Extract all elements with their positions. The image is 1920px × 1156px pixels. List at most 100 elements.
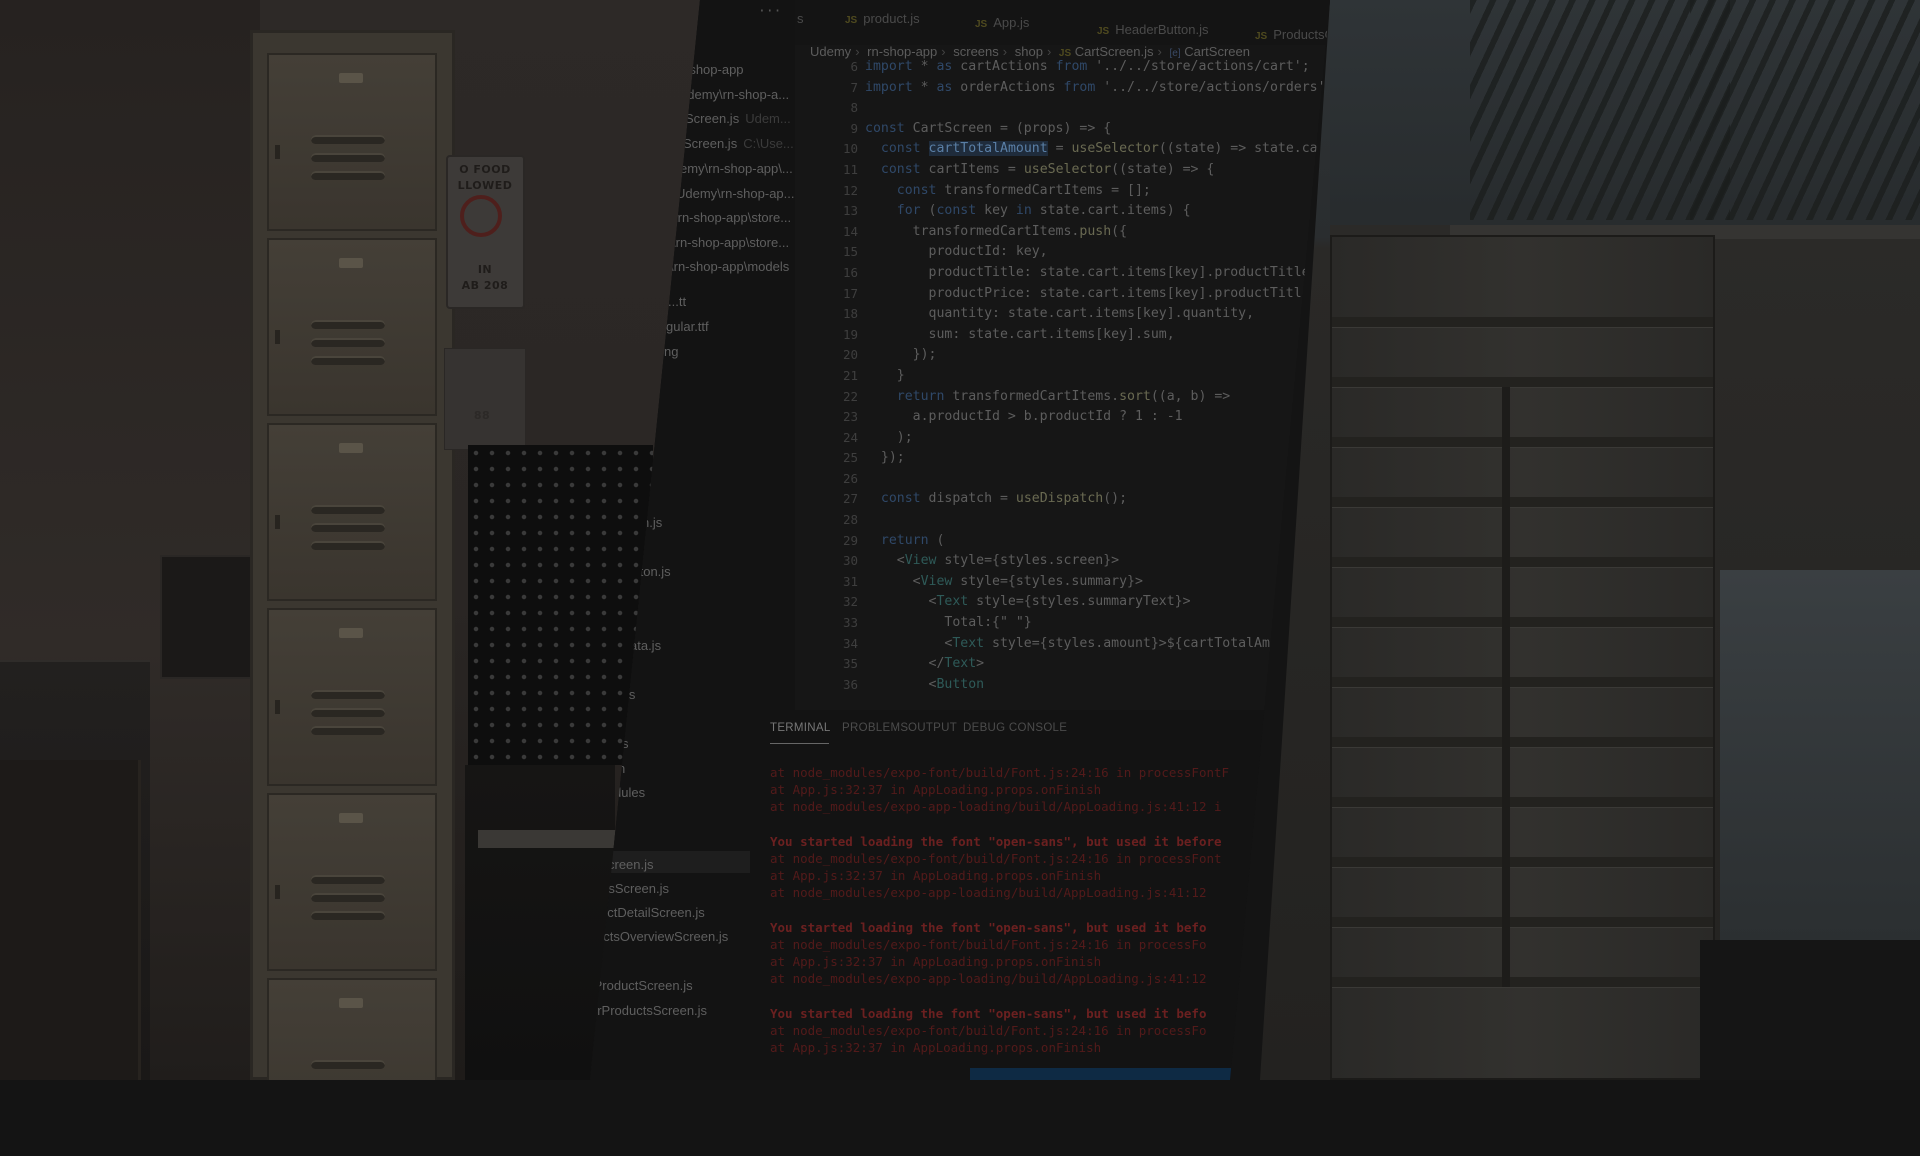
- gate-slat: [1332, 737, 1713, 748]
- vent: [311, 726, 385, 735]
- explorer-item[interactable]: gular.ttf: [666, 319, 709, 334]
- vent: [311, 875, 385, 884]
- explorer-item-label: ...tt: [668, 294, 687, 309]
- tab-label: product.js: [863, 11, 920, 26]
- line-number: 7: [850, 79, 858, 95]
- line-number: 8: [850, 100, 858, 116]
- terminal-output[interactable]: at node_modules/expo-font/build/Font.js:…: [770, 764, 1330, 1056]
- gate-slat: [1332, 677, 1713, 688]
- terminal-line: at node_modules/expo-app-loading/build/A…: [770, 799, 1222, 815]
- gate-slat: [1332, 497, 1713, 508]
- line-number: 34: [842, 635, 858, 651]
- cabinet-handle: [478, 830, 618, 848]
- tab-partial[interactable]: s: [797, 11, 804, 26]
- terminal-line: at node_modules/expo-font/build/Font.js:…: [770, 765, 1230, 780]
- line-number-gutter: 6 7 8 9 10 11 12 13 14 15 16 17 18 19 20 21 22 23 24 25 26 27…: [818, 57, 858, 695]
- explorer-item[interactable]: Screen.js C:\Use...: [683, 136, 794, 151]
- tab-output[interactable]: OUTPUT: [908, 722, 957, 734]
- tab-products-c[interactable]: JS ProductsC: [1255, 27, 1330, 42]
- explorer-item[interactable]: erProductsScreen.js: [590, 1003, 707, 1018]
- tab-problems[interactable]: PROBLEMS: [842, 722, 908, 734]
- js-file-icon: JS: [1097, 26, 1110, 37]
- explorer-item[interactable]: ng: [664, 344, 678, 359]
- vent: [311, 911, 385, 920]
- explorer-item-label: rsScreen.js: [604, 881, 670, 896]
- locker-handle: [275, 145, 280, 159]
- line-number: 16: [842, 264, 858, 280]
- locker-tag: [339, 628, 363, 638]
- tab-header-button-js[interactable]: JS HeaderButton.js: [1097, 22, 1208, 37]
- shutter-gate: [1330, 235, 1715, 1080]
- gate-slat: [1332, 797, 1713, 808]
- line-number: 18: [842, 306, 858, 322]
- tab-label: App.js: [993, 15, 1030, 30]
- line-number: 6: [850, 59, 858, 74]
- explorer-item[interactable]: creen.js: [608, 857, 654, 872]
- line-number: 22: [842, 388, 858, 404]
- code-line: Total:{" "}: [865, 615, 1032, 631]
- code-line: <View style={styles.summary}>: [865, 573, 1143, 589]
- terminal-error-line: You started loading the font "open-sans"…: [770, 919, 1207, 935]
- line-number: 12: [842, 182, 858, 198]
- code-area[interactable]: import * as cartActions from '../../stor…: [865, 57, 1334, 695]
- explorer-item-label: Screen.js: [685, 111, 740, 126]
- line-number: 31: [842, 573, 858, 589]
- explorer-item[interactable]: emy\rn-shop-app\...: [680, 161, 793, 176]
- locker-handle: [275, 330, 280, 344]
- gate-slat: [1332, 437, 1713, 448]
- explorer-item[interactable]: Udemy\rn-shop-ap...: [676, 186, 795, 201]
- line-number: 33: [842, 615, 858, 631]
- desk-side: [0, 760, 141, 1080]
- tab-app-js[interactable]: JS App.js: [975, 15, 1029, 30]
- terminal-error-line: You started loading the font "open-sans"…: [770, 1005, 1207, 1021]
- explorer-item[interactable]: udemy\rn-shop-a...: [680, 87, 789, 102]
- pegboard: [468, 445, 653, 765]
- explorer-item-label: emy\rn-shop-app\...: [680, 161, 793, 176]
- prohibited-icon: [460, 195, 502, 237]
- explorer-item[interactable]: -shop-app: [685, 62, 744, 77]
- code-line: import * as orderActions from '../../sto…: [865, 79, 1334, 95]
- active-tab-indicator: [770, 743, 829, 744]
- gate-slat: [1332, 617, 1713, 628]
- vent: [311, 356, 385, 365]
- explorer-item[interactable]: uctsOverviewScreen.js: [596, 929, 728, 944]
- more-actions-icon[interactable]: ···: [758, 4, 781, 19]
- line-number: 9: [850, 120, 858, 136]
- locker-door: [267, 423, 437, 601]
- explorer-item[interactable]: \rn-shop-app\models: [670, 259, 789, 274]
- explorer-item[interactable]: \rn-shop-app\store...: [674, 210, 791, 225]
- terminal-error-line: You started loading the font "open-sans"…: [770, 833, 1222, 849]
- explorer-item[interactable]: ...tt: [668, 294, 686, 309]
- explorer-item-label: \rn-shop-app\store...: [672, 235, 790, 250]
- explorer-item-label: uctsOverviewScreen.js: [596, 929, 729, 944]
- terminal-line: at App.js:32:37 in AppLoading.props.onFi…: [770, 782, 1102, 798]
- locker-door: [267, 978, 437, 1080]
- vent: [311, 338, 385, 347]
- vent: [311, 690, 385, 699]
- tab-terminal[interactable]: TERMINAL: [770, 722, 831, 734]
- code-line: });: [865, 347, 937, 363]
- line-number: 24: [842, 429, 858, 445]
- tab-debug-console[interactable]: DEBUG CONSOLE: [963, 722, 1067, 734]
- explorer-item[interactable]: \rn-shop-app\store...: [672, 235, 789, 250]
- code-line: transformedCartItems.push({: [865, 223, 1128, 239]
- code-line: import * as cartActions from '../../stor…: [865, 59, 1310, 74]
- tab-product-js[interactable]: JS product.js: [845, 11, 920, 26]
- explorer-item[interactable]: tProductScreen.js: [590, 978, 693, 993]
- vent: [311, 541, 385, 550]
- line-number: 20: [842, 347, 858, 363]
- vent: [311, 171, 385, 180]
- locker-tag: [339, 813, 363, 823]
- explorer-item[interactable]: Screen.js Udem...: [685, 111, 791, 126]
- explorer-item-label: udemy\rn-shop-a...: [680, 87, 790, 102]
- gate-slat: [1332, 317, 1713, 328]
- explorer-item[interactable]: uctDetailScreen.js: [600, 905, 705, 920]
- locker-handle: [275, 885, 280, 899]
- code-line: const dispatch = useDispatch();: [880, 491, 1128, 507]
- explorer-item[interactable]: rsScreen.js: [604, 881, 669, 896]
- code-line: <View style={styles.screen}>: [865, 553, 1120, 569]
